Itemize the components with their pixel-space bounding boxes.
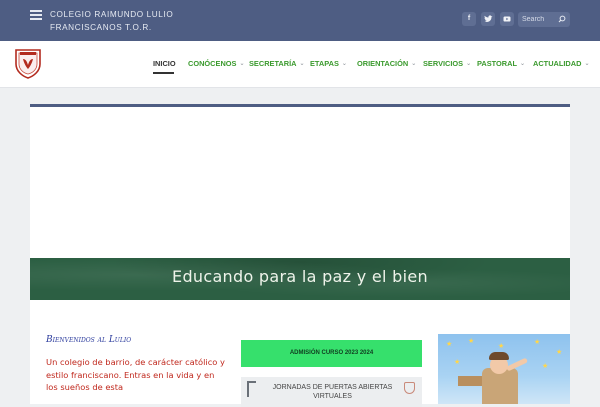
nav-item-orientacion[interactable]: ORIENTACIÓN ⌄ [357,59,416,68]
chevron-down-icon: ⌄ [239,61,245,67]
nav-item-pastoral[interactable]: PASTORAL ⌄ [477,59,525,68]
chevron-down-icon: ⌄ [299,61,305,67]
facebook-icon[interactable]: f [462,12,476,26]
school-logo[interactable] [14,47,42,79]
active-nav-indicator [153,72,174,74]
welcome-text: Un colegio de barrio, de carácter católi… [46,357,225,392]
chevron-down-icon: ⌄ [341,61,347,67]
welcome-title: Bienvenidos al Lulio [46,335,132,345]
site-title[interactable]: COLEGIO RAIMUNDO LULIO FRANCISCANOS T.O.… [50,8,240,34]
ribbon-icon [247,381,256,397]
menu-icon[interactable] [30,10,42,20]
open-day-link[interactable]: JORNADAS DE PUERTAS ABIERTAS VIRTUALES [241,377,422,407]
hero-banner: Educando para la paz y el bien [30,258,570,300]
nav-item-inicio[interactable]: INICIO [153,59,176,68]
nav-item-servicios[interactable]: SERVICIOS ⌄ [423,59,471,68]
chevron-down-icon: ⌄ [466,61,472,67]
chevron-down-icon: ⌄ [411,61,417,67]
open-day-label: JORNADAS DE PUERTAS ABIERTAS VIRTUALES [272,384,393,400]
chevron-down-icon: ⌄ [584,61,590,67]
chevron-down-icon: ⌄ [519,61,525,67]
twitter-icon[interactable] [481,12,495,26]
main-nav: INICIO CONÓCENOS ⌄ SECRETARÍA ⌄ ETAPAS ⌄ OR… [0,41,600,88]
content-top-border [30,104,570,107]
admission-button[interactable]: ADMISIÓN CURSO 2023 2024 [241,340,422,367]
nav-item-secretaria[interactable]: SECRETARÍA ⌄ [249,59,305,68]
nav-item-conocenos[interactable]: CONÓCENOS ⌄ [188,59,245,68]
banner-text: Educando para la paz y el bien [172,267,428,286]
school-crest-icon [404,382,415,394]
youtube-icon[interactable] [500,12,514,26]
nav-item-actualidad[interactable]: ACTUALIDAD ⌄ [533,59,589,68]
top-bar: COLEGIO RAIMUNDO LULIO FRANCISCANOS T.O.… [0,0,600,41]
search-input[interactable] [522,13,556,26]
search-icon[interactable] [557,14,567,24]
search-box [518,12,570,27]
child-dreaming-image[interactable]: ★ ★ ★ ★ ★ ★ ★ [438,334,570,404]
nav-item-etapas[interactable]: ETAPAS ⌄ [310,59,347,68]
